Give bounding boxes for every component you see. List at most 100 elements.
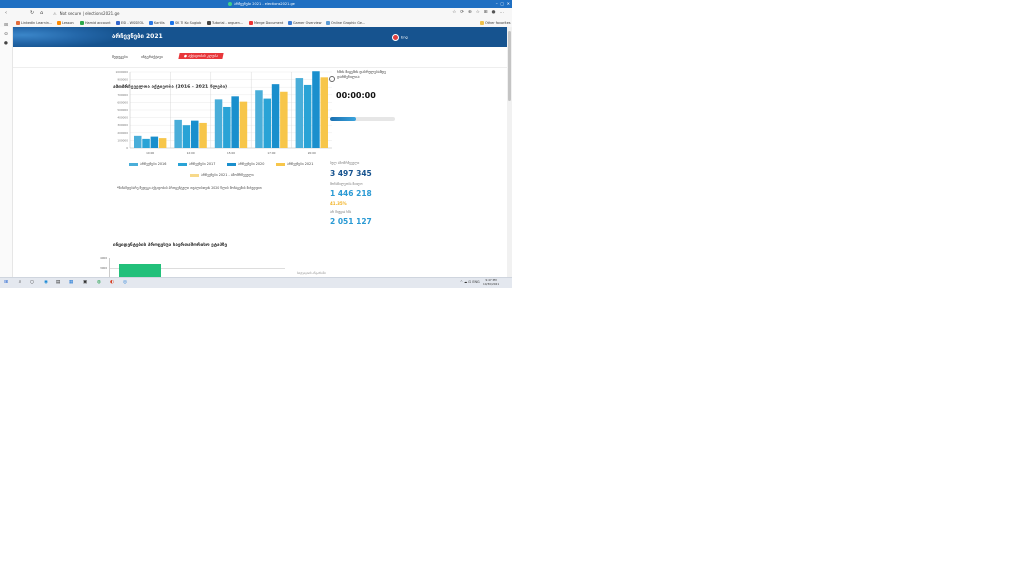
bar-1700-4 — [280, 91, 288, 148]
app-icon[interactable]: ◎ — [122, 280, 128, 286]
bookmark-item[interactable]: ESI - WSSEOL — [116, 20, 144, 26]
other-favorites[interactable]: Other favorites — [480, 20, 511, 26]
mail-icon[interactable]: ▦ — [68, 280, 74, 286]
header-wave-graphic — [13, 27, 113, 47]
page-scrollbar[interactable] — [507, 27, 512, 277]
windows-start-icon[interactable]: ⊞ — [3, 280, 9, 286]
edge-icon[interactable]: ◉ — [43, 280, 49, 286]
bar-1700-3 — [271, 84, 280, 148]
y-tick-label: 100000 — [117, 138, 128, 142]
legend-item[interactable]: არჩევნები 2021 - ამომრჩეველი — [190, 173, 254, 177]
legend-item[interactable]: არჩევნები 2020 — [227, 162, 264, 166]
language-switch[interactable]: Eng — [392, 34, 408, 41]
search-icon[interactable]: ⌕ — [17, 280, 23, 286]
flag-icon — [392, 34, 399, 41]
incidents-y-tick: 3000 — [100, 266, 108, 270]
stat-value-participated: 1 446 218 — [330, 189, 372, 198]
x-tick-label: 12:00 — [187, 151, 195, 155]
menu-item-results[interactable]: შედეგები — [112, 55, 128, 59]
y-tick-label: 800000 — [117, 85, 128, 89]
legend-item[interactable]: არჩევნები 2021 — [276, 162, 313, 166]
system-tray[interactable]: ^ ☁ ⊡ ENG — [460, 280, 480, 284]
bookmark-item[interactable]: Lesson — [57, 20, 74, 26]
extension-icon[interactable]: ● — [3, 41, 9, 46]
bar-1000-3 — [150, 136, 159, 148]
legend-swatch — [178, 162, 187, 166]
bar-1200-4 — [199, 122, 207, 148]
office-icon[interactable]: ◐ — [109, 280, 115, 286]
stat-label-total-voters: სულ ამომრჩეველი — [330, 161, 360, 165]
site-menu: შედეგები ინტერაქტივი ● აქტივობის კლება — [13, 47, 507, 68]
incidents-section-title: ინციდენტების პროცესუა საერთაშორისო ეტაპზ… — [113, 243, 228, 248]
menu-item-activity[interactable]: ● აქტივობის კლება — [178, 53, 224, 59]
taskbar-clock[interactable]: 9:47 PM 10/30/2021 — [483, 278, 499, 286]
bar-1000-4 — [158, 138, 167, 148]
bar-1000-1 — [134, 135, 142, 148]
bookmark-item[interactable]: Tutorial - arguen... — [207, 20, 243, 26]
site-title[interactable]: არჩევნები 2021 — [112, 33, 163, 40]
turnout-bar-chart: 1000000 900000 800000 700000 600000 500000 400… — [116, 70, 332, 155]
x-tick-label: 15:00 — [227, 151, 235, 155]
history-icon[interactable]: ⊙ — [3, 32, 9, 37]
chrome-icon[interactable]: ◍ — [96, 280, 102, 286]
bookmark-item[interactable]: SK Ti Ko Sugiob — [170, 20, 201, 26]
tab-title: არჩევნები 2021 - elections2021.ge — [234, 2, 295, 6]
bookmark-item[interactable]: Gamer Overview — [288, 20, 322, 26]
explorer-icon[interactable]: ▤ — [55, 280, 61, 286]
screen: არჩევნები 2021 - elections2021.ge – ▢ ✕ … — [0, 0, 512, 288]
url-text: elections2021.ge — [85, 11, 120, 16]
stat-turnout-percent: 41.35% — [330, 201, 347, 206]
y-tick-label: 400000 — [117, 116, 128, 120]
bookmark-item[interactable]: Online Graphic Ge... — [326, 20, 365, 26]
stat-label-not-voted: არ მიუცია ხმა — [330, 210, 352, 214]
browser-sidebar: ⊟ ⊙ ● — [0, 23, 13, 277]
y-tick-label: 1000000 — [116, 70, 129, 74]
windows-taskbar: ⊞ ⌕ ○ ◉ ▤ ▦ ▣ ◍ ◐ ◎ ^ ☁ ⊡ ENG 9:47 PM 10/… — [0, 277, 512, 288]
legend-swatch — [129, 162, 138, 166]
bar-1200-2 — [182, 125, 191, 148]
bar-2000-2 — [303, 84, 312, 148]
browser-title-bar: არჩევნები 2021 - elections2021.ge – ▢ ✕ — [0, 0, 512, 8]
bar-1500-1 — [214, 99, 223, 148]
bar-2000-3 — [312, 71, 320, 148]
x-tick-label: 20:00 — [308, 151, 316, 155]
y-tick-label: 500000 — [117, 108, 128, 112]
y-tick-label: 600000 — [117, 100, 128, 104]
store-icon[interactable]: ▣ — [82, 280, 88, 286]
menu-item-interactive[interactable]: ინტერაქტივი — [141, 55, 163, 59]
browser-toolbar[interactable]: ☆⟳⊕☆⊞●… — [452, 10, 508, 15]
browser-tab[interactable]: არჩევნები 2021 - elections2021.ge — [228, 1, 295, 7]
y-tick-label: 700000 — [117, 93, 128, 97]
bookmark-item[interactable]: Merge Document — [249, 20, 283, 26]
legend-item[interactable]: არჩევნები 2017 — [178, 162, 215, 166]
security-label: Not secure — [59, 11, 82, 16]
task-view-icon[interactable]: ○ — [29, 280, 35, 286]
bar-1200-1 — [174, 119, 182, 148]
url-field[interactable]: ⚠ Not secure | elections2021.ge — [53, 10, 423, 17]
collections-icon[interactable]: ⊟ — [3, 23, 9, 28]
bookmark-item[interactable]: Kartlis — [149, 20, 165, 26]
bar-2000-1 — [295, 78, 304, 148]
refresh-icon[interactable]: ↻ — [30, 10, 34, 16]
bar-1700-1 — [255, 90, 263, 148]
progress-fill — [330, 117, 356, 121]
incidents-y-tick: 4000 — [100, 256, 108, 260]
y-tick-label: 900000 — [117, 78, 128, 82]
bar-1500-4 — [239, 101, 248, 148]
countdown-timer: 00:00:00 — [336, 91, 376, 100]
incidents-bar[interactable] — [119, 264, 161, 277]
stat-value-not-voted: 2 051 127 — [330, 217, 372, 226]
legend-item[interactable]: არჩევნები 2016 — [129, 162, 166, 166]
back-icon[interactable]: ‹ — [5, 10, 7, 16]
scrollbar-thumb[interactable] — [508, 31, 511, 101]
stat-value-total-voters: 3 497 345 — [330, 169, 372, 178]
window-controls[interactable]: – ▢ ✕ — [496, 1, 510, 6]
stat-label-participated: მონაწილეობა მიიღო — [330, 182, 363, 186]
bookmark-item[interactable]: LinkedIn Learnin... — [16, 20, 52, 26]
site-favicon-icon — [228, 2, 232, 6]
home-icon[interactable]: ⌂ — [40, 10, 43, 16]
y-tick-label: 300000 — [117, 123, 128, 127]
incidents-note: სიტუაციის ანგარიში — [297, 271, 326, 275]
bar-1200-3 — [191, 120, 199, 148]
bookmark-item[interactable]: Hamid account — [80, 20, 111, 26]
